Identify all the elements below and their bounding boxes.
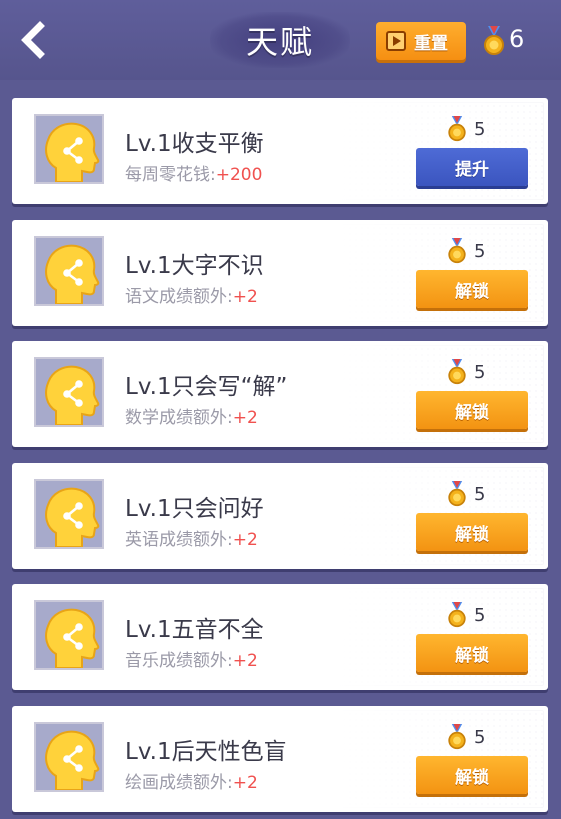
talent-icon-frame — [34, 114, 104, 184]
talent-icon-frame — [34, 479, 104, 549]
talent-card: Lv.1大字不识 语文成绩额外:+2 5 解锁 — [12, 220, 548, 326]
medal-icon — [448, 602, 466, 628]
talent-bonus: +2 — [232, 287, 258, 307]
head-network-icon — [36, 724, 102, 790]
talent-card: Lv.1五音不全 音乐成绩额外:+2 5 解锁 — [12, 584, 548, 690]
talent-icon-frame — [34, 600, 104, 670]
unlock-button[interactable]: 解锁 — [416, 513, 528, 551]
talent-icon-frame — [34, 236, 104, 306]
medal-icon — [448, 116, 466, 142]
page-title: 天赋 — [245, 23, 314, 61]
talent-cost-value: 5 — [474, 118, 486, 140]
talent-cost-value: 5 — [474, 240, 486, 262]
talent-cost: 5 — [448, 116, 485, 142]
talent-title: Lv.1五音不全 — [125, 617, 264, 643]
talent-cost: 5 — [448, 359, 485, 385]
head-network-icon — [36, 359, 102, 425]
talent-cost-value: 5 — [474, 483, 486, 505]
talent-cost-value: 5 — [474, 604, 486, 626]
talent-bonus: +2 — [232, 651, 258, 671]
talent-cost: 5 — [448, 481, 485, 507]
talent-desc: 语文成绩额外:+2 — [125, 282, 258, 307]
talent-desc: 音乐成绩额外:+2 — [125, 646, 258, 671]
talent-cost: 5 — [448, 238, 485, 264]
talent-desc-label: 语文成绩额外: — [125, 287, 233, 307]
medal-icon — [448, 238, 466, 264]
talent-card: Lv.1只会写“解” 数学成绩额外:+2 5 解锁 — [12, 341, 548, 447]
reset-label: 重置 — [414, 33, 448, 54]
play-box-icon — [386, 31, 406, 51]
talent-desc-label: 数学成绩额外: — [125, 408, 233, 428]
talent-cost: 5 — [448, 724, 485, 750]
talent-bonus: +200 — [215, 165, 263, 185]
medal-icon — [448, 724, 466, 750]
top-bar: 天赋 重置 6 — [0, 0, 561, 80]
head-network-icon — [36, 602, 102, 668]
talent-card: Lv.1收支平衡 每周零花钱:+200 5 提升 — [12, 98, 548, 204]
talent-desc: 绘画成绩额外:+2 — [125, 768, 258, 793]
medal-icon — [448, 481, 466, 507]
talent-icon-frame — [34, 357, 104, 427]
talent-cost-value: 5 — [474, 361, 486, 383]
talent-title: Lv.1后天性色盲 — [125, 739, 287, 765]
talent-bonus: +2 — [232, 408, 258, 428]
talent-bonus: +2 — [232, 773, 258, 793]
unlock-button[interactable]: 解锁 — [416, 391, 528, 429]
talent-cost: 5 — [448, 602, 485, 628]
reset-button[interactable]: 重置 — [376, 22, 466, 60]
unlock-button[interactable]: 解锁 — [416, 634, 528, 672]
page-title-wrap: 天赋 — [210, 12, 350, 68]
upgrade-button[interactable]: 提升 — [416, 148, 528, 186]
medal-icon — [484, 26, 504, 55]
talent-desc-label: 绘画成绩额外: — [125, 773, 233, 793]
talent-cost-value: 5 — [474, 726, 486, 748]
talent-icon-frame — [34, 722, 104, 792]
medal-count: 6 — [509, 25, 525, 53]
talent-desc: 数学成绩额外:+2 — [125, 403, 258, 428]
head-network-icon — [36, 481, 102, 547]
talent-title: Lv.1只会问好 — [125, 496, 264, 522]
talent-desc: 英语成绩额外:+2 — [125, 525, 258, 550]
head-network-icon — [36, 238, 102, 304]
talent-title: Lv.1只会写“解” — [125, 374, 288, 400]
medal-icon — [448, 359, 466, 385]
talent-desc: 每周零花钱:+200 — [125, 160, 262, 185]
head-network-icon — [36, 116, 102, 182]
unlock-button[interactable]: 解锁 — [416, 270, 528, 308]
talent-title: Lv.1收支平衡 — [125, 131, 264, 157]
unlock-button[interactable]: 解锁 — [416, 756, 528, 794]
talent-desc-label: 每周零花钱: — [125, 165, 216, 185]
talent-card: Lv.1只会问好 英语成绩额外:+2 5 解锁 — [12, 463, 548, 569]
talent-desc-label: 音乐成绩额外: — [125, 651, 233, 671]
talent-desc-label: 英语成绩额外: — [125, 530, 233, 550]
back-arrow-icon — [21, 21, 45, 59]
back-button[interactable] — [14, 18, 58, 62]
talent-bonus: +2 — [232, 530, 258, 550]
talent-card: Lv.1后天性色盲 绘画成绩额外:+2 5 解锁 — [12, 706, 548, 812]
talent-title: Lv.1大字不识 — [125, 253, 264, 279]
